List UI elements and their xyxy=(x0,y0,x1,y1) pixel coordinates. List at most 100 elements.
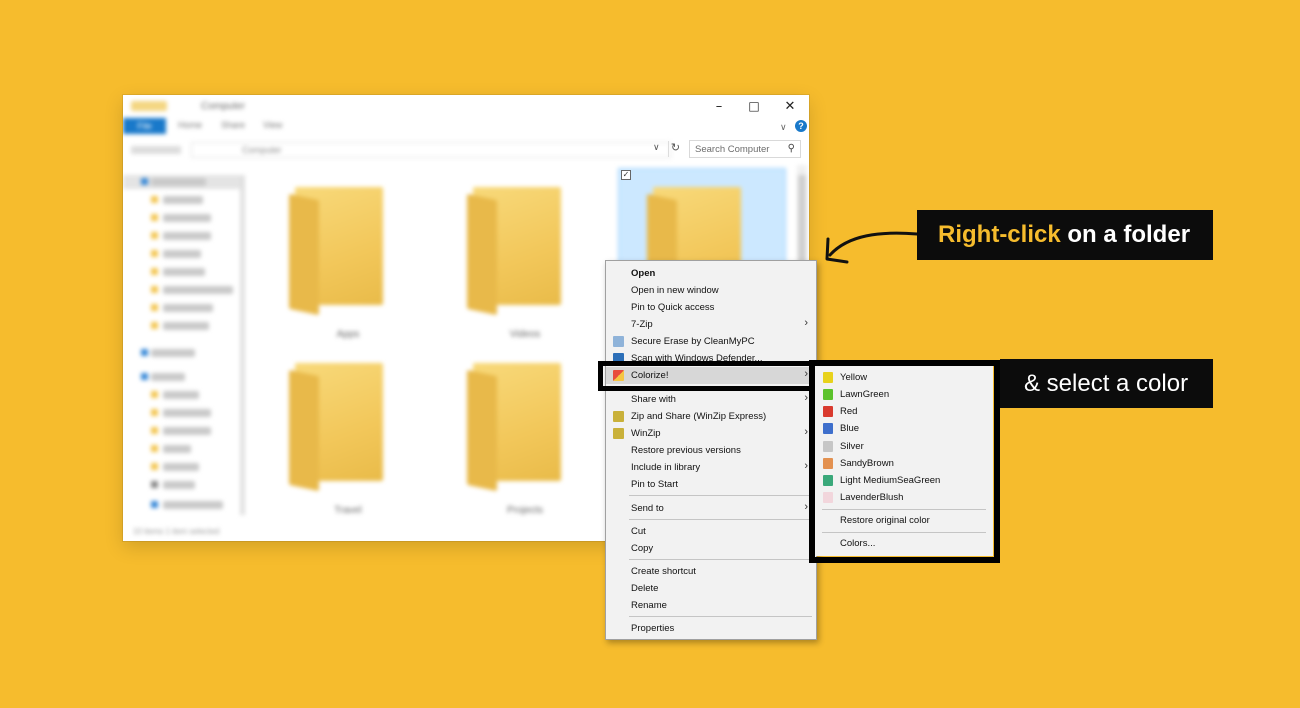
sidebar-item[interactable] xyxy=(163,322,209,330)
winzip-icon xyxy=(613,411,624,422)
ribbon-file-tab[interactable]: File xyxy=(123,118,166,134)
sidebar-item[interactable] xyxy=(163,391,199,399)
folder-icon xyxy=(151,304,158,311)
winzip-icon xyxy=(613,428,624,439)
ribbon-tab-home[interactable]: Home xyxy=(178,120,202,130)
chevron-down-icon[interactable]: ∨ xyxy=(780,122,787,133)
callout-text: on a folder xyxy=(1061,221,1190,248)
chevron-right-icon: › xyxy=(804,460,808,472)
menu-separator xyxy=(629,616,812,617)
chevron-right-icon: › xyxy=(804,501,808,513)
menu-item-cut[interactable]: Cut xyxy=(606,523,816,540)
menu-separator xyxy=(629,519,812,520)
ribbon-tabs: File Home Share View xyxy=(123,118,809,134)
folder-icon xyxy=(151,445,158,452)
folder-icon xyxy=(151,268,158,275)
sidebar-item[interactable] xyxy=(151,373,185,381)
folder-label: Apps xyxy=(298,329,398,340)
menu-item-open[interactable]: Open xyxy=(606,265,816,282)
cloud-icon xyxy=(141,349,148,356)
menu-item-create-shortcut[interactable]: Create shortcut xyxy=(606,563,816,580)
sidebar-item[interactable] xyxy=(163,463,199,471)
star-icon xyxy=(141,178,148,185)
address-bar[interactable]: Computer xyxy=(191,142,671,158)
menu-item-open-new-window[interactable]: Open in new window xyxy=(606,282,816,299)
menu-item-properties[interactable]: Properties xyxy=(606,620,816,637)
selection-checkbox[interactable]: ✓ xyxy=(621,170,631,180)
folder-icon xyxy=(151,427,158,434)
sidebar-item[interactable] xyxy=(163,196,203,204)
maximize-button[interactable]: □ xyxy=(744,99,764,113)
menu-item-delete[interactable]: Delete xyxy=(606,580,816,597)
menu-item-include-library[interactable]: Include in library› xyxy=(606,459,816,476)
navigation-pane xyxy=(123,165,249,525)
callout-select-color: & select a color xyxy=(1000,359,1213,408)
ribbon-tab-view[interactable]: View xyxy=(263,120,282,130)
ribbon-tab-share[interactable]: Share xyxy=(221,120,245,130)
folder-tile-travel[interactable] xyxy=(295,363,383,481)
menu-item-rename[interactable]: Rename xyxy=(606,597,816,614)
minimize-button[interactable]: – xyxy=(709,99,729,114)
nav-buttons[interactable] xyxy=(131,146,181,154)
folder-tile-videos[interactable] xyxy=(473,187,561,305)
sidebar-item[interactable] xyxy=(163,304,213,312)
menu-item-restore-versions[interactable]: Restore previous versions xyxy=(606,442,816,459)
folder-icon xyxy=(151,463,158,470)
sidebar-item[interactable] xyxy=(163,501,223,509)
sidebar-item[interactable] xyxy=(163,427,211,435)
chevron-right-icon: › xyxy=(804,426,808,438)
folder-icon xyxy=(151,286,158,293)
callout-right-click: Right-click on a folder xyxy=(917,210,1213,260)
sidebar-item[interactable] xyxy=(163,268,205,276)
folder-icon xyxy=(151,409,158,416)
sidebar-item[interactable] xyxy=(163,481,195,489)
folder-icon xyxy=(151,391,158,398)
sidebar-item[interactable] xyxy=(151,349,195,357)
sidebar-item[interactable] xyxy=(163,445,191,453)
menu-item-share-with[interactable]: Share with› xyxy=(606,391,816,408)
menu-item-pin-quick-access[interactable]: Pin to Quick access xyxy=(606,299,816,316)
callout-highlight-text: Right-click xyxy=(938,221,1061,248)
menu-item-secure-erase[interactable]: Secure Erase by CleanMyPC xyxy=(606,333,816,350)
status-bar: 10 items 1 item selected xyxy=(133,527,219,536)
menu-item-copy[interactable]: Copy xyxy=(606,540,816,557)
menu-item-7zip[interactable]: 7-Zip› xyxy=(606,316,816,333)
sidebar-item[interactable] xyxy=(163,232,211,240)
sidebar-item[interactable] xyxy=(163,214,211,222)
search-input[interactable]: Search Computer ⚲ xyxy=(689,140,801,158)
folder-icon xyxy=(151,214,158,221)
menu-item-winzip[interactable]: WinZip› xyxy=(606,425,816,442)
drive-icon xyxy=(151,501,158,508)
window-title: Computer xyxy=(201,101,245,112)
menu-item-scan-defender[interactable]: Scan with Windows Defender... xyxy=(606,350,816,361)
menu-item-zip-and-share[interactable]: Zip and Share (WinZip Express) xyxy=(606,408,816,425)
sidebar-item-label xyxy=(151,178,206,186)
menu-item-pin-start[interactable]: Pin to Start xyxy=(606,476,816,493)
title-bar: Computer xyxy=(123,95,809,117)
folder-label: Travel xyxy=(298,505,398,516)
sidebar-item[interactable] xyxy=(163,250,201,258)
refresh-icon[interactable]: ↻ xyxy=(668,141,682,157)
folder-icon xyxy=(151,196,158,203)
folder-label: Videos xyxy=(475,329,575,340)
computer-icon xyxy=(141,373,148,380)
folder-icon xyxy=(151,250,158,257)
folder-icon xyxy=(151,232,158,239)
sidebar-scrollbar[interactable] xyxy=(240,175,245,515)
folder-tile-apps[interactable] xyxy=(295,187,383,305)
menu-separator xyxy=(629,495,812,496)
close-button[interactable]: ✕ xyxy=(780,99,800,114)
quick-access-toolbar[interactable] xyxy=(131,101,167,111)
address-dropdown-icon[interactable]: ∨ xyxy=(653,142,660,153)
menu-item-send-to[interactable]: Send to› xyxy=(606,500,816,517)
folder-tile-projects[interactable] xyxy=(473,363,561,481)
context-menu: Open Open in new window Pin to Quick acc… xyxy=(605,260,817,640)
search-placeholder: Search Computer xyxy=(695,144,769,155)
submenu-highlight-frame xyxy=(809,360,1000,563)
help-icon[interactable]: ? xyxy=(795,120,807,132)
sidebar-item[interactable] xyxy=(163,286,233,294)
colorize-highlight-frame xyxy=(598,361,820,391)
sidebar-item[interactable] xyxy=(163,409,211,417)
defender-icon xyxy=(613,353,624,361)
cleanmypc-icon xyxy=(613,336,624,347)
